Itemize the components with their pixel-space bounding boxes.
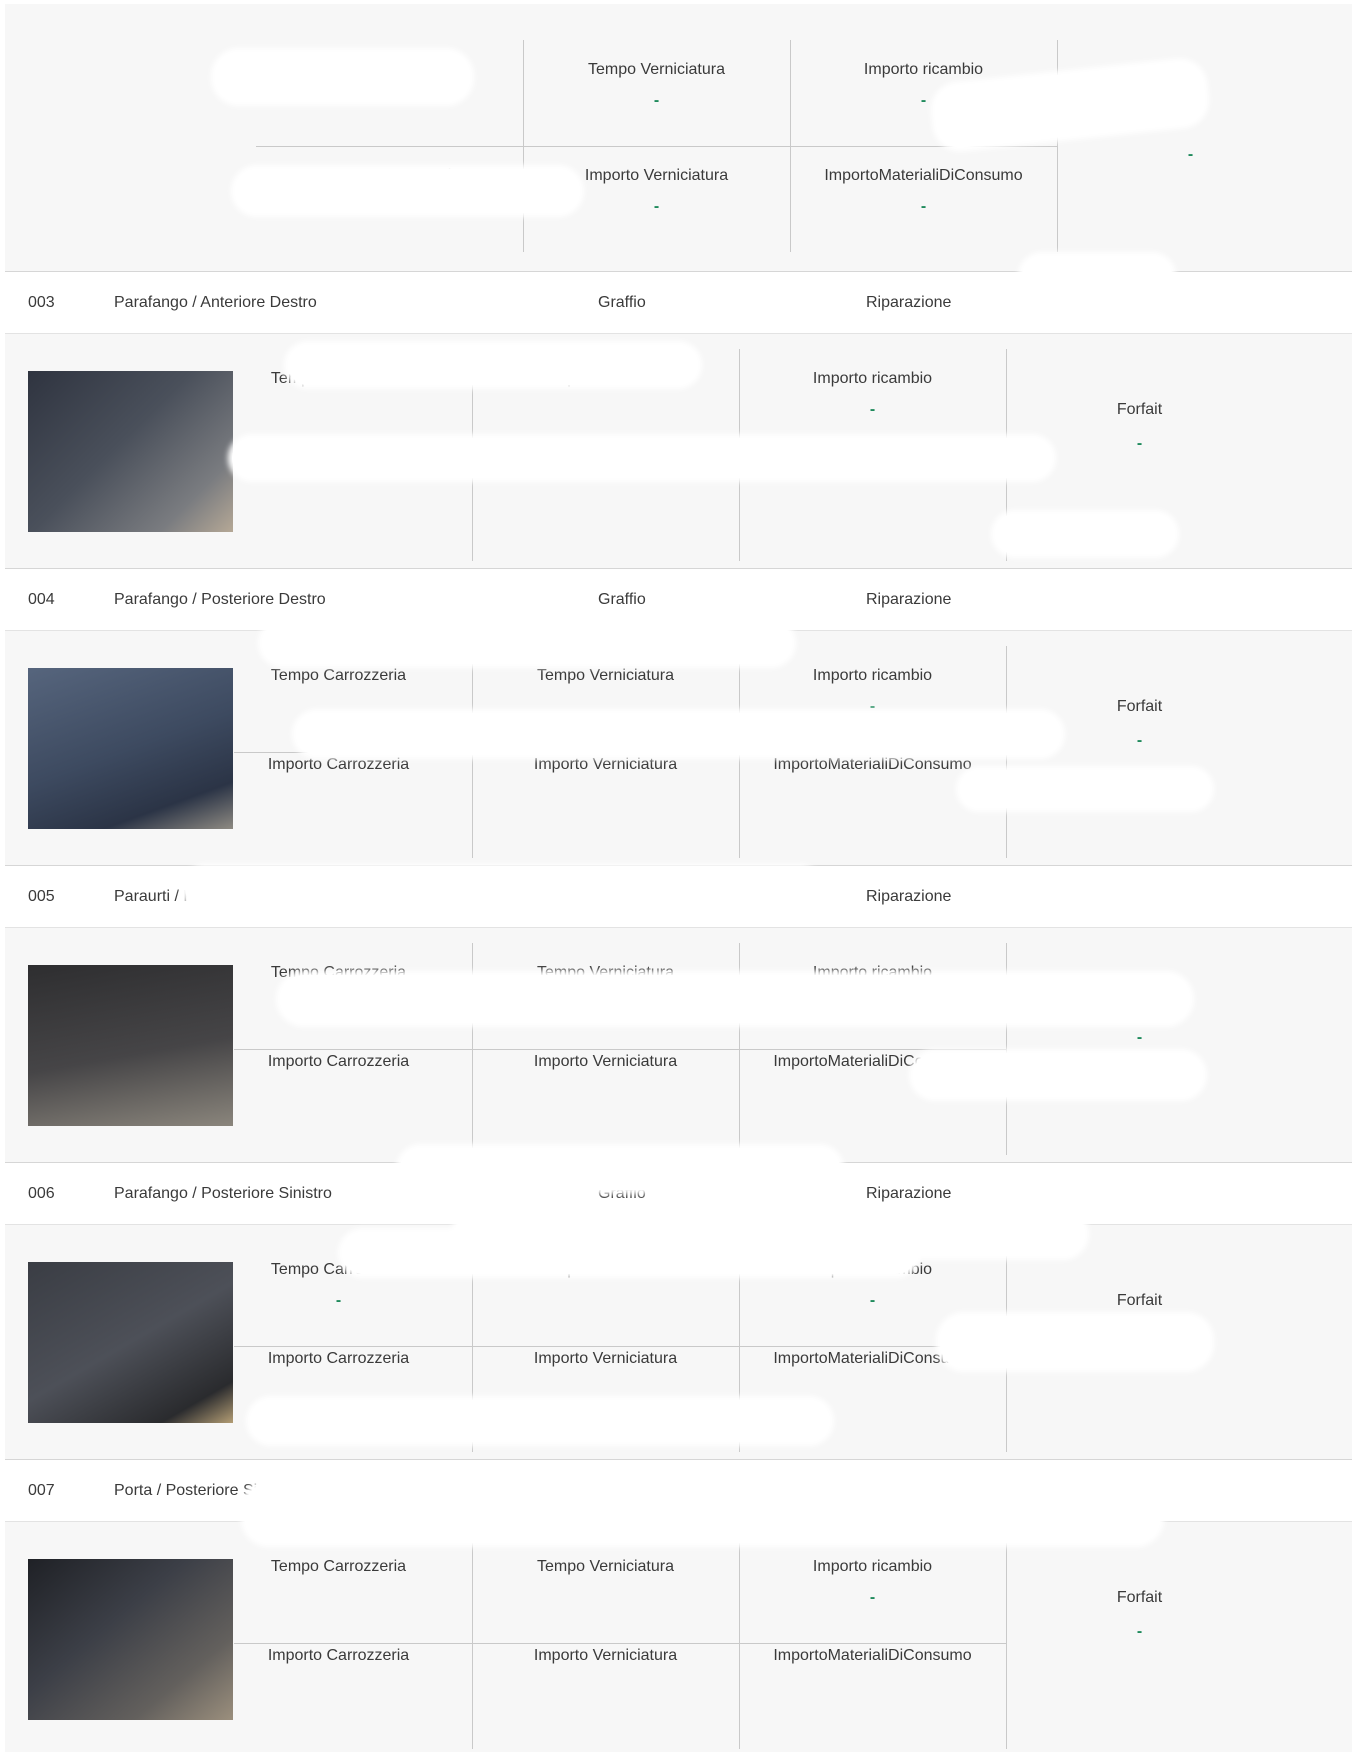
redaction: [400, 1148, 840, 1190]
operation-type: Riparazione: [866, 591, 952, 608]
importo-ricambio-cell: Importo ricambio -: [739, 1537, 1006, 1643]
importo-verniciatura-label: Importo Verniciatura: [533, 1053, 678, 1070]
operation-type: Riparazione: [866, 294, 952, 311]
importo-verniciatura-cell: Importo Verniciatura: [472, 1643, 739, 1749]
redaction: [215, 52, 470, 102]
redaction: [342, 1232, 917, 1274]
damage-type: Graffio: [598, 591, 646, 608]
importo-materiali-cell: ImportoMaterialiDiConsumo -: [790, 146, 1057, 252]
importo-carrozzeria-label: Importo Carrozzeria: [267, 1350, 410, 1367]
item-number: 003: [28, 294, 55, 311]
cost-grid: Tempo Carrozzeria Tempo Verniciatura Imp…: [234, 1537, 1352, 1749]
redaction: [296, 713, 1061, 755]
importo-ricambio-value: -: [869, 1589, 876, 1606]
item-detail-panel: Tempo Carrozzeria Tempo Verniciatura - I…: [5, 4, 1352, 272]
redaction: [940, 1316, 1210, 1368]
redaction: [280, 975, 1190, 1023]
importo-materiali-label: ImportoMaterialiDiConsumo: [824, 167, 1023, 184]
forfait-cell: -: [1057, 146, 1324, 164]
tempo-carrozzeria-value: -: [335, 1292, 342, 1309]
tempo-verniciatura-label: Tempo Verniciatura: [537, 667, 674, 684]
part-name: Parafango / Posteriore Destro: [114, 591, 326, 608]
importo-ricambio-label: Importo ricambio: [863, 61, 984, 78]
importo-verniciatura-label: Importo Verniciatura: [533, 756, 678, 773]
part-name: Parafango / Anteriore Destro: [114, 294, 317, 311]
tempo-verniciatura-cell: Tempo Verniciatura: [472, 1537, 739, 1643]
redaction: [250, 1400, 830, 1442]
part-name: Parafango / Posteriore Sinistro: [114, 1185, 332, 1202]
item-number: 006: [28, 1185, 55, 1202]
redaction: [1022, 256, 1172, 296]
tempo-verniciatura-label: Tempo Verniciatura: [588, 61, 725, 78]
tempo-verniciatura-cell: Tempo Verniciatura -: [523, 40, 790, 146]
redaction: [262, 622, 792, 664]
forfait-value: -: [1136, 1623, 1143, 1640]
forfait-cell: Forfait -: [1006, 1589, 1273, 1641]
importo-verniciatura-label: Importo Verniciatura: [533, 1350, 678, 1367]
operation-type: Riparazione: [866, 1185, 952, 1202]
importo-carrozzeria-cell: Importo Carrozzeria: [205, 752, 472, 858]
redaction: [185, 868, 820, 910]
importo-materiali-cell: ImportoMaterialiDiConsumo: [739, 1643, 1006, 1749]
importo-materiali-label: ImportoMaterialiDiConsumo: [773, 1647, 972, 1664]
importo-ricambio-label: Importo ricambio: [812, 370, 933, 387]
importo-carrozzeria-label: Importo Carrozzeria: [267, 1053, 410, 1070]
importo-carrozzeria-label: Importo Carrozzeria: [267, 1647, 410, 1664]
redaction: [232, 438, 1052, 478]
importo-ricambio-value: -: [869, 1292, 876, 1309]
redaction: [235, 169, 580, 213]
tempo-verniciatura-label: Tempo Verniciatura: [537, 1558, 674, 1575]
importo-materiali-label: ImportoMaterialiDiConsumo: [773, 756, 972, 773]
importo-carrozzeria-label: Importo Carrozzeria: [267, 756, 410, 773]
importo-verniciatura-cell: Importo Verniciatura: [472, 1049, 739, 1155]
forfait-value: -: [1187, 146, 1194, 163]
operation-type: Riparazione: [866, 888, 952, 905]
importo-ricambio-value: -: [869, 401, 876, 418]
importo-materiali-cell: ImportoMaterialiDiConsumo: [739, 752, 1006, 858]
damage-photo[interactable]: [28, 1262, 233, 1423]
damage-photo[interactable]: [28, 1559, 233, 1720]
tempo-carrozzeria-label: Tempo Carrozzeria: [270, 667, 407, 684]
importo-ricambio-label: Importo ricambio: [812, 1558, 933, 1575]
importo-verniciatura-label: Importo Verniciatura: [533, 1647, 678, 1664]
item-number: 004: [28, 591, 55, 608]
tempo-carrozzeria-label: Tempo Carrozzeria: [270, 1558, 407, 1575]
item-detail-panel: Tempo Carrozzeria Tempo Verniciatura Imp…: [5, 928, 1352, 1163]
item-number: 005: [28, 888, 55, 905]
tempo-carrozzeria-cell: Tempo Carrozzeria: [205, 1537, 472, 1643]
importo-ricambio-label: Importo ricambio: [812, 667, 933, 684]
redaction: [245, 1483, 1160, 1543]
importo-carrozzeria-cell: Importo Carrozzeria: [205, 1643, 472, 1749]
importo-carrozzeria-cell: Importo Carrozzeria: [205, 1049, 472, 1155]
item-detail-panel: Tempo Carrozzeria Tempo Verniciatura Imp…: [5, 1522, 1352, 1752]
forfait-label: Forfait: [1116, 1589, 1163, 1606]
tempo-verniciatura-value: -: [653, 92, 660, 109]
damage-photo[interactable]: [28, 668, 233, 829]
redaction: [995, 514, 1175, 554]
damage-photo[interactable]: [28, 371, 233, 532]
redaction: [288, 345, 698, 385]
damage-type: Graffio: [598, 294, 646, 311]
importo-verniciatura-cell: Importo Verniciatura: [472, 752, 739, 858]
redaction: [913, 1053, 1203, 1097]
redaction: [960, 770, 1210, 808]
forfait-label: Forfait: [1116, 1292, 1163, 1309]
forfait-label: Forfait: [1116, 401, 1163, 418]
forfait-value: -: [1136, 1029, 1143, 1046]
item-number: 007: [28, 1482, 55, 1499]
damage-photo[interactable]: [28, 965, 233, 1126]
damage-report: Tempo Carrozzeria Tempo Verniciatura - I…: [0, 0, 1356, 1752]
importo-materiali-value: -: [920, 198, 927, 215]
